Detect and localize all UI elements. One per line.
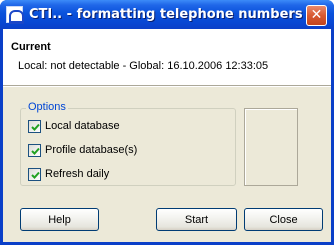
- profile-database-label: Profile database(s): [45, 144, 138, 156]
- checkmark-icon: [31, 171, 40, 179]
- local-database-checkbox[interactable]: [28, 119, 41, 133]
- checkmark-icon: [31, 123, 40, 131]
- refresh-daily-checkbox-row[interactable]: Refresh daily: [28, 167, 109, 181]
- window-close-button[interactable]: ✕: [306, 5, 327, 26]
- current-status-text: Local: not detectable - Global: 16.10.20…: [18, 60, 269, 72]
- profile-database-checkbox[interactable]: [28, 143, 41, 157]
- checkmark-icon: [31, 147, 40, 155]
- refresh-daily-checkbox[interactable]: [28, 167, 41, 181]
- help-button[interactable]: Help: [20, 208, 99, 231]
- title-bar[interactable]: CTI.. - formatting telephone numbers ✕: [0, 0, 334, 29]
- app-icon: [6, 6, 24, 24]
- refresh-daily-label: Refresh daily: [45, 168, 110, 180]
- window-title: CTI.. - formatting telephone numbers: [29, 7, 303, 22]
- local-database-label: Local database: [45, 120, 120, 132]
- close-button[interactable]: Close: [244, 208, 323, 231]
- dialog-body: Current Local: not detectable - Global: …: [3, 29, 331, 242]
- picture-frame: [244, 108, 298, 186]
- separator: [3, 85, 331, 87]
- profile-database-checkbox-row[interactable]: Profile database(s): [28, 143, 137, 157]
- options-group-label: Options: [26, 101, 68, 113]
- current-heading: Current: [11, 41, 51, 53]
- dialog-window: CTI.. - formatting telephone numbers ✕ C…: [0, 0, 334, 245]
- local-database-checkbox-row[interactable]: Local database: [28, 119, 120, 133]
- status-panel: Current Local: not detectable - Global: …: [3, 29, 331, 85]
- start-button[interactable]: Start: [156, 208, 237, 231]
